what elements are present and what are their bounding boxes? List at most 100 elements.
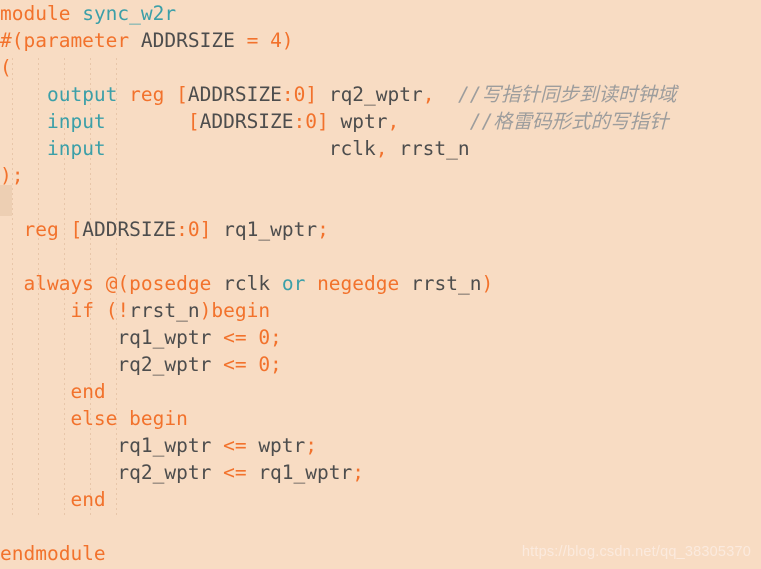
- code-line[interactable]: [0, 513, 761, 540]
- code-token: wptr: [340, 110, 388, 133]
- code-token: end: [70, 380, 106, 403]
- code-token: ;: [352, 461, 364, 484]
- code-token: (: [0, 56, 12, 79]
- code-token: );: [0, 164, 24, 187]
- code-token: =: [246, 29, 259, 52]
- code-token: input: [46, 110, 106, 133]
- code-token: rq1_wptr: [258, 461, 353, 484]
- code-line[interactable]: reg [ADDRSIZE:0] rq1_wptr;: [0, 216, 761, 243]
- code-token: [: [187, 110, 200, 133]
- code-token: ADDRSIZE: [82, 218, 177, 241]
- code-line[interactable]: rq2_wptr <= rq1_wptr;: [0, 459, 761, 486]
- code-token: always: [23, 272, 94, 295]
- code-token: <=: [223, 434, 247, 457]
- code-token: <=: [223, 326, 247, 349]
- code-token: rq2_wptr: [328, 83, 423, 106]
- code-content[interactable]: module sync_w2r #(parameter ADDRSIZE = 4)…: [0, 0, 761, 567]
- code-token: //写指针同步到读时钟域: [457, 83, 677, 106]
- code-line[interactable]: );: [0, 162, 761, 189]
- code-token: wptr: [258, 434, 306, 457]
- code-token: rq1_wptr: [117, 326, 212, 349]
- code-token: [: [176, 83, 188, 106]
- code-token: rq1_wptr: [117, 434, 212, 457]
- code-line[interactable]: #(parameter ADDRSIZE = 4): [0, 27, 761, 54]
- code-token: ;: [305, 434, 318, 457]
- code-token: 4): [270, 29, 294, 52]
- code-line[interactable]: input rclk, rrst_n: [0, 135, 761, 162]
- code-token: rrst_n: [411, 272, 482, 295]
- code-token: :: [176, 218, 188, 241]
- code-token: 0: [305, 110, 318, 133]
- code-token: @(: [105, 272, 130, 295]
- code-line[interactable]: rq1_wptr <= 0;: [0, 324, 761, 351]
- code-token: ,: [422, 83, 435, 106]
- code-line[interactable]: [0, 243, 761, 270]
- code-token: ADDRSIZE: [187, 83, 282, 106]
- code-token: ]: [305, 83, 318, 106]
- code-line[interactable]: end: [0, 378, 761, 405]
- code-token: output: [46, 83, 118, 106]
- code-line[interactable]: rq2_wptr <= 0;: [0, 351, 761, 378]
- code-token: rq1_wptr: [223, 218, 318, 241]
- code-token: rq2_wptr: [117, 461, 212, 484]
- code-token: rclk: [328, 137, 376, 160]
- code-line[interactable]: always @(posedge rclk or negedge rrst_n): [0, 270, 761, 297]
- code-token: rq2_wptr: [117, 353, 212, 376]
- code-line[interactable]: else begin: [0, 405, 761, 432]
- code-line[interactable]: module sync_w2r: [0, 0, 761, 27]
- code-token: #(parameter: [0, 29, 130, 52]
- code-token: else begin: [70, 407, 188, 430]
- code-line[interactable]: [0, 189, 761, 216]
- code-line[interactable]: end: [0, 486, 761, 513]
- code-line[interactable]: rq1_wptr <= wptr;: [0, 432, 761, 459]
- code-token: )begin: [199, 299, 271, 322]
- code-token: negedge: [317, 272, 400, 295]
- code-token: rclk: [223, 272, 271, 295]
- code-line[interactable]: output reg [ADDRSIZE:0] rq2_wptr, //写指针同…: [0, 81, 761, 108]
- code-token: 0: [187, 218, 200, 241]
- code-token: reg: [23, 218, 59, 241]
- code-token: :: [281, 83, 294, 106]
- code-token: or: [281, 272, 306, 295]
- code-line[interactable]: if (!rrst_n)begin: [0, 297, 761, 324]
- code-token: ]: [199, 218, 212, 241]
- code-token: (!: [105, 299, 130, 322]
- code-token: [: [70, 218, 83, 241]
- code-editor-screenshot: module sync_w2r #(parameter ADDRSIZE = 4)…: [0, 0, 761, 569]
- code-line[interactable]: input [ADDRSIZE:0] wptr, //格雷码形式的写指针: [0, 108, 761, 135]
- code-token: posedge: [129, 272, 212, 295]
- code-line[interactable]: (: [0, 54, 761, 81]
- code-token: 0;: [258, 326, 282, 349]
- code-token: <=: [223, 353, 247, 376]
